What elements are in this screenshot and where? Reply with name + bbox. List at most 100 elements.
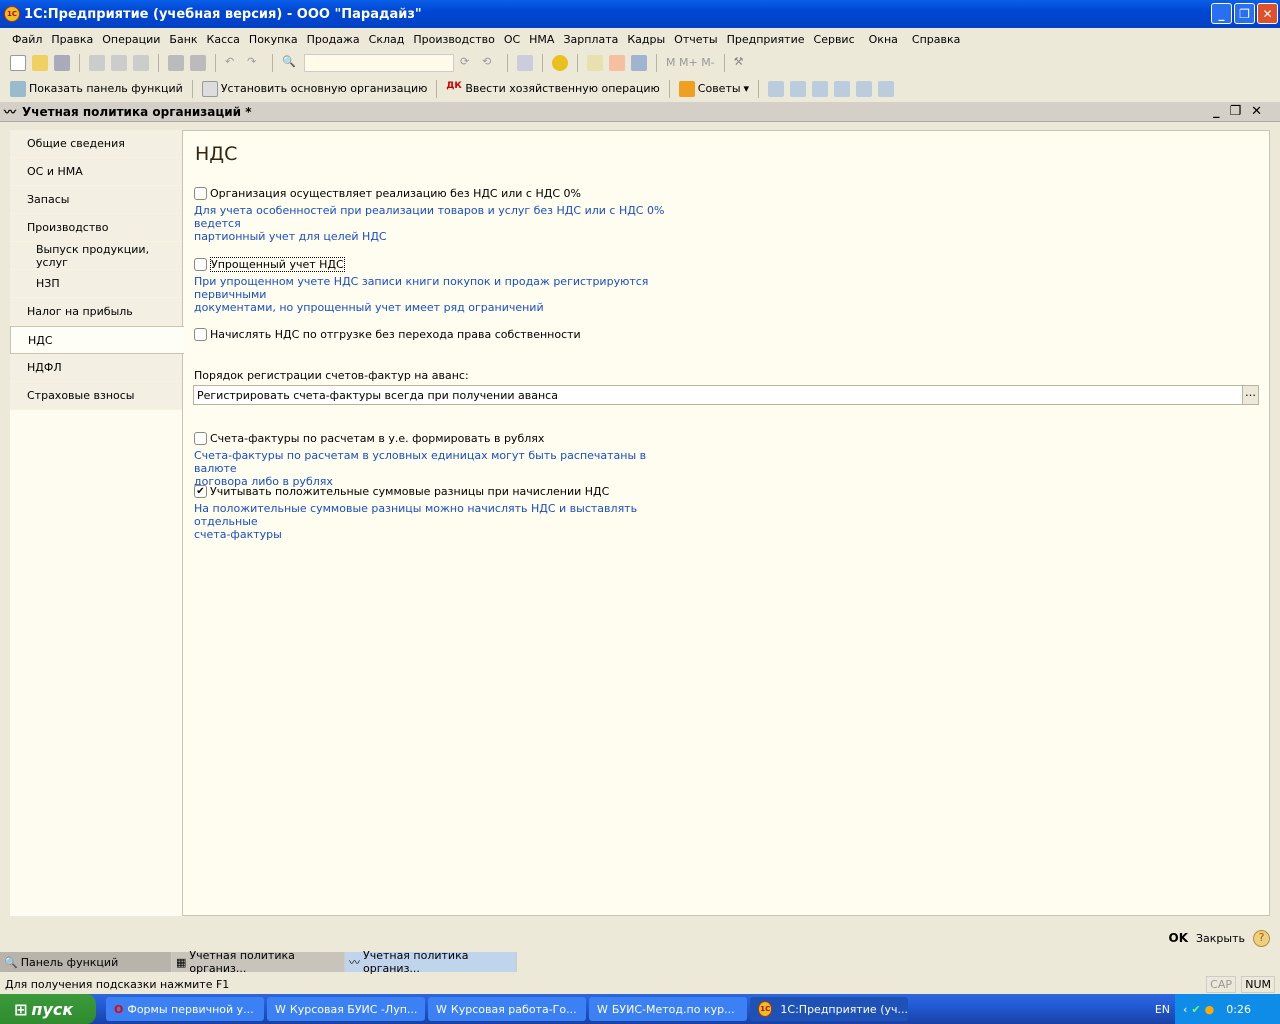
invoice-order-field[interactable]: Регистрировать счета-фактуры всегда при … <box>193 385 1259 405</box>
nav-profit-tax[interactable]: Налог на прибыль <box>10 298 183 326</box>
people-icon[interactable] <box>834 80 851 97</box>
menu-edit[interactable]: Правка <box>51 33 93 46</box>
memory-icon[interactable]: M M+ M- <box>666 56 715 69</box>
checkbox-box[interactable] <box>194 432 207 445</box>
checkbox-box[interactable]: ✔ <box>194 485 207 498</box>
preview-icon[interactable] <box>190 54 206 71</box>
enter-operation-button[interactable]: ДК Ввести хозяйственную операцию <box>446 81 659 97</box>
menu-file[interactable]: Файл <box>12 33 42 46</box>
nav-vat[interactable]: НДС <box>10 326 184 354</box>
wintab-functions-panel[interactable]: 🔍 Панель функций <box>0 952 172 972</box>
nav-output[interactable]: Выпуск продукции, услуг <box>10 242 183 270</box>
no-vat-checkbox[interactable]: Организация осуществляет реализацию без … <box>194 187 581 200</box>
tray-security-icon[interactable]: ✔ <box>1191 1003 1200 1016</box>
set-org-button[interactable]: Установить основную организацию <box>201 80 427 97</box>
system-tray: ‹ ✔ ● 0:26 <box>1175 994 1280 1024</box>
select-button[interactable]: … <box>1242 386 1258 404</box>
menu-nma[interactable]: НМА <box>529 33 554 46</box>
nav-ndfl[interactable]: НДФЛ <box>10 354 183 382</box>
person-icon[interactable] <box>812 80 829 97</box>
maximize-button[interactable]: ❐ <box>1234 3 1255 24</box>
start-button[interactable]: ⊞ пуск <box>0 994 96 1024</box>
calendar-icon[interactable] <box>609 54 625 71</box>
menu-sales[interactable]: Продажа <box>307 33 360 46</box>
menu-help[interactable]: Справка <box>912 33 960 46</box>
simplified-vat-checkbox[interactable]: Упрощенный учет НДС <box>194 257 345 272</box>
wintab-policy-form[interactable]: 〰 Учетная политика организ... <box>345 949 517 975</box>
menu-bank[interactable]: Банк <box>169 33 197 46</box>
task-1c[interactable]: 1С 1С:Предприятие (уч... <box>750 997 908 1021</box>
calculator-icon[interactable] <box>587 54 603 71</box>
menu-reports[interactable]: Отчеты <box>674 33 717 46</box>
print-icon[interactable] <box>168 54 184 71</box>
menu-salary[interactable]: Зарплата <box>563 33 618 46</box>
copy-icon[interactable] <box>111 54 127 71</box>
task-opera[interactable]: O Формы первичной у... <box>106 997 264 1021</box>
tray-app-icon[interactable]: ● <box>1205 1003 1215 1016</box>
search-icon[interactable]: 🔍 <box>282 55 298 71</box>
sum-differences-checkbox[interactable]: ✔ Учитывать положительные суммовые разниц… <box>194 485 609 498</box>
report-icon[interactable] <box>768 80 785 97</box>
word-icon: W <box>275 1002 286 1016</box>
task-word-1[interactable]: W Курсовая БУИС -Луп... <box>267 997 425 1021</box>
nav-insurance[interactable]: Страховые взносы <box>10 382 183 410</box>
nav-production[interactable]: Производство <box>10 214 183 242</box>
rub-invoices-checkbox[interactable]: Счета-фактуры по расчетам в у.е. формиро… <box>194 432 544 445</box>
redo-icon[interactable]: ↷ <box>247 55 263 71</box>
menu-enterprise[interactable]: Предприятие <box>727 33 805 46</box>
find-next-icon[interactable]: ⟳ <box>460 55 476 71</box>
save-icon[interactable] <box>54 54 70 71</box>
close-button[interactable]: ✕ <box>1257 3 1278 24</box>
wintab-policy-list[interactable]: ▦ Учетная политика организ... <box>172 949 345 975</box>
nav-os-nma[interactable]: ОС и НМА <box>10 158 183 186</box>
windows-icon[interactable] <box>517 54 533 71</box>
tray-expand-icon[interactable]: ‹ <box>1183 1003 1187 1016</box>
open-icon[interactable] <box>32 54 48 71</box>
status-bar: Для получения подсказки нажмите F1 CAP N… <box>0 974 1280 994</box>
new-icon[interactable] <box>10 54 26 71</box>
help-icon[interactable]: ? <box>1253 929 1270 947</box>
menu-hr[interactable]: Кадры <box>627 33 665 46</box>
task-word-3[interactable]: W БУИС-Метод.по кур... <box>589 997 747 1021</box>
document-window-controls[interactable]: _❐✕ <box>1213 104 1272 119</box>
vat-on-shipment-checkbox[interactable]: Начислять НДС по отгрузке без перехода п… <box>194 328 581 341</box>
word-icon: W <box>597 1002 608 1016</box>
checkbox-box[interactable] <box>194 258 207 271</box>
checkbox-box[interactable] <box>194 187 207 200</box>
task-word-2[interactable]: W Курсовая работа-Го... <box>428 997 586 1021</box>
ok-button[interactable]: OK <box>1169 931 1189 945</box>
undo-icon[interactable]: ↶ <box>225 55 241 71</box>
find-prev-icon[interactable]: ⟲ <box>482 55 498 71</box>
table-icon[interactable] <box>790 80 807 97</box>
users-icon[interactable] <box>631 54 647 71</box>
menu-os[interactable]: ОС <box>504 33 520 46</box>
document-icon[interactable] <box>856 80 873 97</box>
menu-operations[interactable]: Операции <box>102 33 160 46</box>
close-form-button[interactable]: Закрыть <box>1196 932 1245 945</box>
info-icon[interactable] <box>552 54 568 71</box>
menu-warehouse[interactable]: Склад <box>369 33 405 46</box>
tools-icon[interactable]: ⚒ <box>734 55 750 71</box>
export-icon[interactable] <box>878 80 895 97</box>
search-input[interactable] <box>304 53 454 72</box>
cut-icon[interactable] <box>89 54 105 71</box>
checkbox-box[interactable] <box>194 328 207 341</box>
menu-production[interactable]: Производство <box>413 33 494 46</box>
minimize-button[interactable]: _ <box>1211 3 1232 24</box>
menu-windows[interactable]: Окна <box>869 33 898 46</box>
menu-bar: Файл Правка Операции Банк Касса Покупка … <box>0 28 1280 50</box>
functions-toolbar: Показать панель функций Установить основ… <box>0 76 1280 101</box>
nav-wip[interactable]: НЗП <box>10 270 183 298</box>
nav-inventory[interactable]: Запасы <box>10 186 183 214</box>
menu-cash[interactable]: Касса <box>207 33 240 46</box>
menu-purchase[interactable]: Покупка <box>249 33 298 46</box>
show-panel-button[interactable]: Показать панель функций <box>10 80 183 97</box>
menu-service[interactable]: Сервис <box>814 33 855 46</box>
tips-button[interactable]: Советы ▾ <box>678 80 749 97</box>
wintab-label: Учетная политика организ... <box>189 949 295 975</box>
language-indicator[interactable]: EN <box>1155 1003 1170 1016</box>
start-label: пуск <box>31 999 74 1019</box>
paste-icon[interactable] <box>133 54 149 71</box>
opera-icon: O <box>114 1002 124 1016</box>
nav-general[interactable]: Общие сведения <box>10 130 183 158</box>
